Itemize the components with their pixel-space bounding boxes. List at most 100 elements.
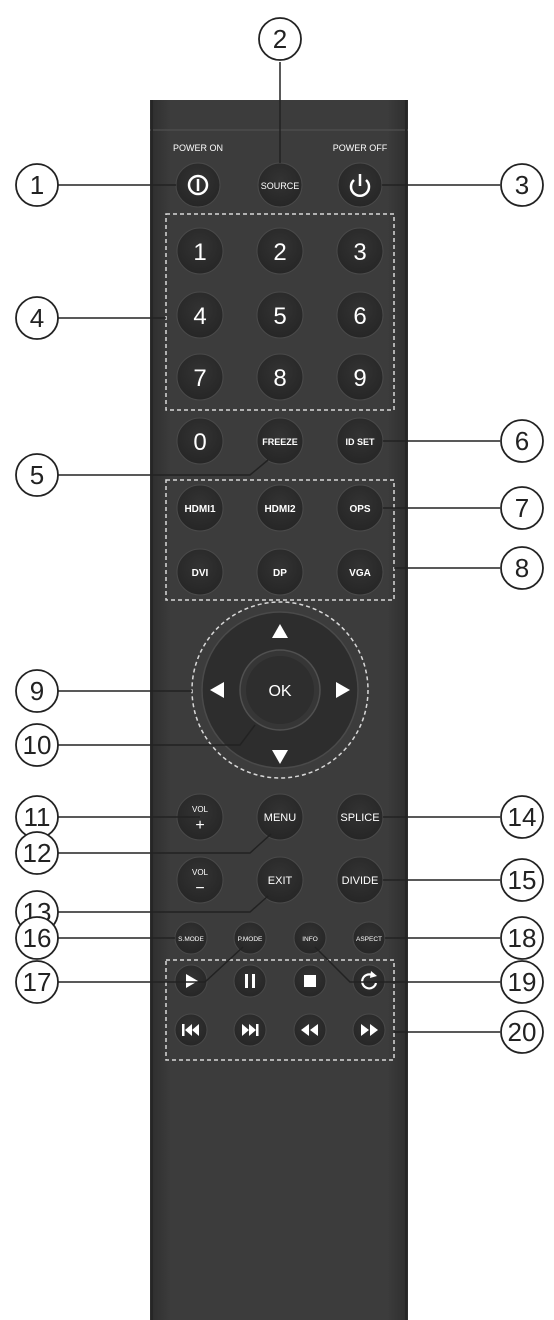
digit-0-label: 0: [193, 429, 206, 456]
id-set-button[interactable]: ID SET: [336, 417, 384, 465]
remote-control-illustration: POWER ON POWER OFF SOURCE 1 2 3 4 5 6 7 …: [15, 17, 544, 1320]
exit-label: EXIT: [268, 875, 293, 887]
ops-label: OPS: [349, 504, 370, 515]
ok-label: OK: [268, 683, 291, 700]
callout-19-label: 19: [508, 967, 537, 997]
callout-1-label: 1: [30, 170, 44, 200]
dp-button[interactable]: DP: [256, 548, 304, 596]
dvi-button[interactable]: DVI: [176, 548, 224, 596]
callout-11-label: 11: [24, 802, 51, 832]
play-button[interactable]: [174, 964, 208, 998]
ok-button[interactable]: OK: [239, 649, 321, 731]
info-button[interactable]: INFO: [293, 921, 327, 955]
next-button[interactable]: [233, 1013, 267, 1047]
digit-4-button[interactable]: 4: [176, 291, 224, 339]
power-on-button[interactable]: [175, 162, 221, 208]
dp-label: DP: [273, 568, 287, 579]
digit-7-button[interactable]: 7: [176, 353, 224, 401]
callout-17-label: 17: [23, 967, 52, 997]
power-off-label: POWER OFF: [333, 143, 388, 153]
callout-20-label: 20: [508, 1017, 537, 1047]
menu-button[interactable]: MENU: [256, 793, 304, 841]
callout-7: 7: [500, 486, 544, 530]
vol-up-label: VOL: [192, 805, 209, 814]
digit-3-button[interactable]: 3: [336, 227, 384, 275]
vol-plus-sign: +: [195, 817, 204, 834]
ops-button[interactable]: OPS: [336, 484, 384, 532]
repeat-button[interactable]: [352, 964, 386, 998]
callout-12: 12: [15, 831, 59, 875]
exit-button[interactable]: EXIT: [256, 856, 304, 904]
callout-14: 14: [500, 795, 544, 839]
vol-minus-sign: −: [195, 880, 204, 897]
info-label: INFO: [302, 936, 318, 943]
previous-button[interactable]: [174, 1013, 208, 1047]
source-button[interactable]: SOURCE: [257, 162, 303, 208]
callout-9: 9: [15, 669, 59, 713]
dvi-label: DVI: [192, 568, 209, 579]
digit-5-button[interactable]: 5: [256, 291, 304, 339]
hdmi2-button[interactable]: HDMI2: [256, 484, 304, 532]
power-on-label: POWER ON: [173, 143, 223, 153]
callout-16-label: 16: [23, 923, 52, 953]
callout-18-label: 18: [508, 923, 537, 953]
callout-5: 5: [15, 453, 59, 497]
callout-4: 4: [15, 296, 59, 340]
s-mode-button[interactable]: S.MODE: [174, 921, 208, 955]
stop-icon: [304, 975, 316, 987]
digit-1-button[interactable]: 1: [176, 227, 224, 275]
fast-forward-button[interactable]: [352, 1013, 386, 1047]
splice-button[interactable]: SPLICE: [336, 793, 384, 841]
rewind-button[interactable]: [293, 1013, 327, 1047]
callout-4-label: 4: [30, 303, 44, 333]
remote-diagram: POWER ON POWER OFF SOURCE 1 2 3 4 5 6 7 …: [0, 0, 554, 1320]
p-mode-label: P.MODE: [238, 936, 263, 943]
callout-2-label: 2: [273, 24, 287, 54]
callout-3: 3: [500, 163, 544, 207]
digit-2-button[interactable]: 2: [256, 227, 304, 275]
callout-10-label: 10: [23, 730, 52, 760]
freeze-button[interactable]: FREEZE: [256, 417, 304, 465]
callout-15: 15: [500, 858, 544, 902]
callout-18: 18: [500, 916, 544, 960]
vol-down-button[interactable]: VOL −: [176, 856, 224, 904]
power-off-button[interactable]: [337, 162, 383, 208]
callout-17: 17: [15, 960, 59, 1004]
vga-button[interactable]: VGA: [336, 548, 384, 596]
divide-button[interactable]: DIVIDE: [336, 856, 384, 904]
digit-7-label: 7: [193, 365, 206, 392]
callout-19: 19: [500, 960, 544, 1004]
digit-0-button[interactable]: 0: [176, 417, 224, 465]
vol-down-label: VOL: [192, 868, 209, 877]
digit-2-label: 2: [273, 239, 286, 266]
callout-2: 2: [258, 17, 302, 61]
hdmi1-button[interactable]: HDMI1: [176, 484, 224, 532]
callout-6: 6: [500, 419, 544, 463]
vga-label: VGA: [349, 568, 371, 579]
p-mode-button[interactable]: P.MODE: [233, 921, 267, 955]
digit-6-button[interactable]: 6: [336, 291, 384, 339]
stop-button[interactable]: [293, 964, 327, 998]
callout-14-label: 14: [508, 802, 537, 832]
hdmi2-label: HDMI2: [264, 504, 296, 515]
callout-1: 1: [15, 163, 59, 207]
source-label: SOURCE: [261, 181, 300, 191]
digit-9-button[interactable]: 9: [336, 353, 384, 401]
callout-3-label: 3: [515, 170, 529, 200]
callout-10: 10: [15, 723, 59, 767]
callout-15-label: 15: [508, 865, 537, 895]
splice-label: SPLICE: [340, 812, 379, 824]
callout-5-label: 5: [30, 460, 44, 490]
s-mode-label: S.MODE: [178, 936, 204, 943]
callout-8: 8: [500, 546, 544, 590]
aspect-button[interactable]: ASPECT: [352, 921, 386, 955]
pause-button[interactable]: [233, 964, 267, 998]
callout-20: 20: [500, 1010, 544, 1054]
hdmi1-label: HDMI1: [184, 504, 216, 515]
callout-16: 16: [15, 916, 59, 960]
digit-8-button[interactable]: 8: [256, 353, 304, 401]
digit-1-label: 1: [193, 239, 206, 266]
callout-7-label: 7: [515, 493, 529, 523]
digit-6-label: 6: [353, 303, 366, 330]
digit-5-label: 5: [273, 303, 286, 330]
